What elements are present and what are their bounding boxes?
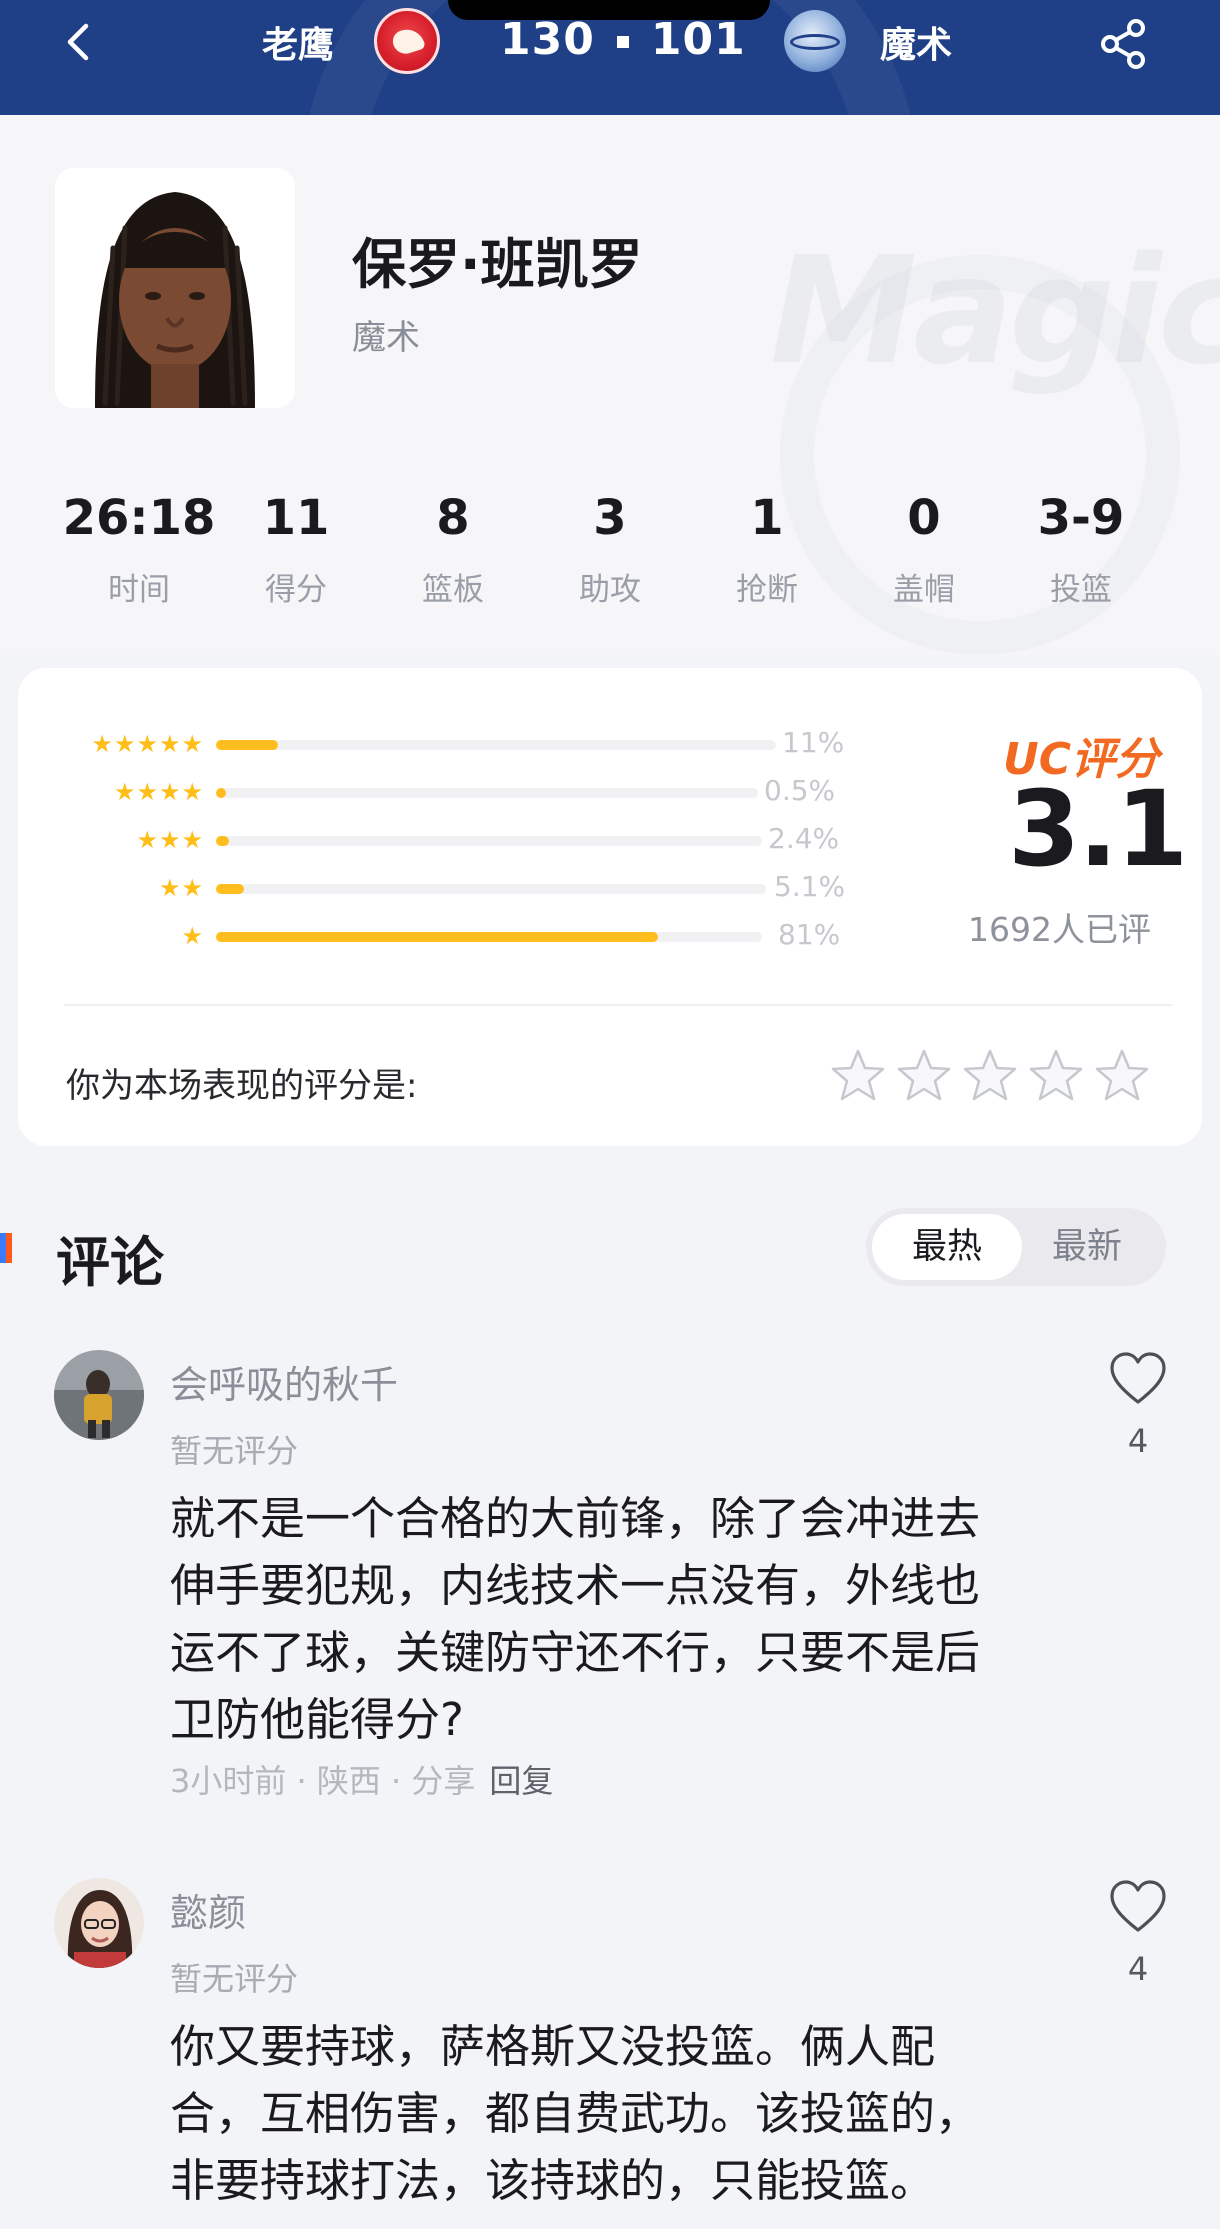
comments-header: 评论 最热 最新 — [0, 1208, 1220, 1298]
like-count: 4 — [1127, 1950, 1149, 1988]
rating-fill — [216, 932, 658, 942]
stat-label: 抢断 — [736, 572, 798, 608]
stat-rebounds: 8 篮板 — [373, 490, 533, 609]
section-accent — [0, 1233, 12, 1263]
card-divider — [64, 1004, 1172, 1006]
rating-stars: ★★★ — [136, 826, 204, 854]
uc-rating-count: 1692人已评 — [968, 910, 1151, 949]
comment-item: 会呼吸的秋千 暂无评分 就不是一个合格的大前锋，除了会冲进去 伸手要犯规，内线技… — [0, 1350, 1220, 1820]
stat-value: 26:18 — [62, 490, 216, 546]
avatar[interactable] — [54, 1878, 144, 1968]
rating-stars: ★★★★★ — [91, 730, 204, 758]
rating-fill — [216, 884, 244, 894]
player-team: 魔术 — [352, 318, 420, 358]
comment-username[interactable]: 会呼吸的秋千 — [170, 1354, 398, 1409]
comment-username[interactable]: 懿颜 — [170, 1882, 246, 1937]
tab-newest[interactable]: 最新 — [1012, 1214, 1162, 1280]
stat-value: 3-9 — [1037, 490, 1125, 546]
rating-stars: ★★ — [158, 874, 204, 902]
stat-value: 1 — [750, 490, 784, 546]
rating-percent: 2.4% — [768, 822, 840, 855]
comment-line: 就不是一个合格的大前锋，除了会冲进去 — [170, 1492, 981, 1545]
rating-fill — [216, 788, 226, 798]
uc-rating-score: 3.1 — [1008, 768, 1188, 890]
comments-title: 评论 — [56, 1231, 164, 1294]
magic-logo-icon — [784, 10, 846, 72]
comment-line: 卫防他能得分? — [170, 1693, 464, 1746]
comment-item: 懿颜 暂无评分 你又要持球，萨格斯又没投篮。俩人配 合，互相伤害，都自费武功。该… — [0, 1878, 1220, 2229]
stat-assists: 3 助攻 — [530, 490, 690, 609]
rating-track — [216, 788, 758, 798]
home-team-name: 老鹰 — [262, 25, 335, 66]
stat-value: 8 — [436, 490, 470, 546]
sort-tabs: 最热 最新 — [866, 1208, 1166, 1286]
score-separator — [616, 36, 629, 48]
rating-percent: 11% — [782, 726, 845, 759]
heart-icon[interactable] — [1108, 1350, 1168, 1410]
comment-line: 合，互相伤害，都自费武功。该投篮的， — [170, 2087, 981, 2140]
stat-label: 时间 — [108, 572, 170, 608]
comment-meta-text: 3小时前 · 陕西 · 分享 — [170, 1762, 476, 1800]
rating-track — [216, 884, 766, 894]
away-score: 101 — [650, 14, 746, 65]
rate-star-3-icon[interactable] — [960, 1046, 1020, 1106]
home-score: 130 — [500, 14, 595, 65]
rating-stars: ★★★★ — [113, 778, 204, 806]
comment-line: 伸手要犯规，内线技术一点没有，外线也 — [170, 1559, 981, 1612]
device-notch — [448, 0, 770, 20]
tab-hottest[interactable]: 最热 — [872, 1214, 1022, 1280]
rating-fill — [216, 836, 229, 846]
heart-icon[interactable] — [1108, 1878, 1168, 1938]
stat-label: 盖帽 — [893, 572, 955, 608]
rating-stars: ★ — [181, 922, 204, 950]
comment-meta: 3小时前 · 陕西 · 分享 回复 — [170, 1756, 553, 1802]
team-watermark: Magic — [770, 225, 1220, 397]
comment-rating: 暂无评分 — [170, 1960, 299, 1998]
stat-field-goals: 3-9 投篮 — [1001, 490, 1161, 609]
player-photo — [55, 168, 295, 408]
comment-rating: 暂无评分 — [170, 1432, 299, 1470]
player-name: 保罗·班凯罗 — [352, 233, 643, 296]
score-display: 130 101 — [500, 14, 746, 65]
rating-track — [216, 836, 762, 846]
comment-line: 非要持球打法，该持球的，只能投篮。 — [170, 2154, 936, 2207]
stat-line: 26:18 时间 11 得分 8 篮板 3 助攻 1 抢断 0 盖帽 3-9 投… — [40, 490, 1180, 620]
back-icon[interactable] — [58, 20, 102, 64]
stat-value: 11 — [262, 490, 330, 546]
rate-stars-input — [828, 1046, 1188, 1108]
stat-label: 篮板 — [422, 572, 484, 608]
share-icon[interactable] — [1096, 16, 1152, 72]
comment-body: 就不是一个合格的大前锋，除了会冲进去 伸手要犯规，内线技术一点没有，外线也 运不… — [170, 1485, 1050, 1753]
hawks-logo-icon — [374, 8, 440, 74]
rating-track — [216, 740, 776, 750]
rating-percent: 5.1% — [774, 870, 846, 903]
rating-card: ★★★★★ 11% ★★★★ 0.5% ★★★ 2.4% ★★ 5.1% ★ 8… — [18, 668, 1202, 1146]
stat-label: 助攻 — [579, 572, 641, 608]
rating-track — [216, 932, 762, 942]
away-team-name: 魔术 — [880, 25, 953, 66]
reply-button[interactable]: 回复 — [489, 1762, 553, 1800]
rating-percent: 81% — [778, 918, 841, 951]
stat-label: 投篮 — [1050, 572, 1112, 608]
rate-star-2-icon[interactable] — [894, 1046, 954, 1106]
stat-blocks: 0 盖帽 — [844, 490, 1004, 609]
like-count: 4 — [1127, 1422, 1149, 1460]
stat-label: 得分 — [265, 572, 327, 608]
rate-star-1-icon[interactable] — [828, 1046, 888, 1106]
rating-fill — [216, 740, 278, 750]
comment-body: 你又要持球，萨格斯又没投篮。俩人配 合，互相伤害，都自费武功。该投篮的， 非要持… — [170, 2013, 1050, 2214]
stat-points: 11 得分 — [216, 490, 376, 609]
rate-star-5-icon[interactable] — [1092, 1046, 1152, 1106]
avatar[interactable] — [54, 1350, 144, 1440]
stat-value: 3 — [593, 490, 627, 546]
rate-prompt: 你为本场表现的评分是: — [66, 1066, 418, 1106]
stat-minutes: 26:18 时间 — [59, 490, 219, 609]
stat-value: 0 — [907, 490, 941, 546]
comment-line: 你又要持球，萨格斯又没投篮。俩人配 — [170, 2020, 936, 2073]
rate-star-4-icon[interactable] — [1026, 1046, 1086, 1106]
comment-line: 运不了球，关键防守还不行，只要不是后 — [170, 1626, 981, 1679]
rating-percent: 0.5% — [764, 774, 836, 807]
stat-steals: 1 抢断 — [687, 490, 847, 609]
